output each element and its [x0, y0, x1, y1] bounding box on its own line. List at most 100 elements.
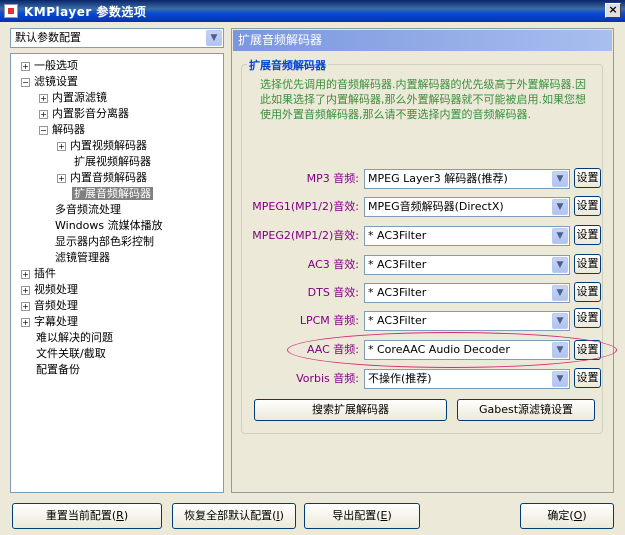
access-key: R	[116, 509, 124, 522]
tree-item-backup[interactable]: 配置备份	[36, 362, 80, 378]
vorbis-decoder-select[interactable]: 不操作(推荐) ▼	[364, 369, 570, 389]
select-value: * CoreAAC Audio Decoder	[368, 343, 510, 356]
tree-item-external-audio-decoder[interactable]: 扩展音频解码器	[72, 186, 153, 202]
aac-decoder-select[interactable]: * CoreAAC Audio Decoder ▼	[364, 340, 570, 360]
search-decoders-button[interactable]: 搜索扩展解码器	[254, 399, 447, 421]
mpeg1-label: MPEG1(MP1/2)音效:	[252, 200, 359, 213]
group-title: 扩展音频解码器	[247, 57, 328, 73]
chevron-down-icon[interactable]: ▼	[552, 342, 568, 358]
tree-item-file-association[interactable]: 文件关联/截取	[36, 346, 106, 362]
tree-item-display-color[interactable]: 显示器内部色彩控制	[55, 234, 154, 250]
chevron-down-icon[interactable]: ▼	[552, 313, 568, 329]
tree-item-label: 一般选项	[34, 59, 78, 72]
tree-item-label: 难以解决的问题	[36, 331, 113, 344]
expand-icon[interactable]: +	[21, 61, 30, 71]
expand-icon[interactable]: +	[21, 301, 30, 311]
reset-config-button[interactable]: 重置当前配置(R)	[12, 503, 162, 529]
tree-item-filter-manager[interactable]: 滤镜管理器	[55, 250, 110, 266]
profile-select[interactable]: 默认参数配置 ▼	[10, 28, 224, 48]
tree-item-audio[interactable]: + 音频处理	[21, 298, 78, 314]
tree-item-builtin-audio-decoder[interactable]: + 内置音频解码器	[57, 170, 147, 186]
tree-item-subtitles[interactable]: + 字幕处理	[21, 314, 78, 330]
mpeg2-label: MPEG2(MP1/2)音效:	[252, 229, 359, 242]
tree-item-decoders[interactable]: − 解码器	[39, 122, 85, 138]
chevron-down-icon[interactable]: ▼	[552, 171, 568, 187]
window-title: KMPlayer 参数选项	[24, 4, 147, 19]
collapse-icon[interactable]: −	[39, 125, 48, 135]
expand-icon[interactable]: +	[39, 93, 48, 103]
expand-icon[interactable]: +	[21, 285, 30, 295]
button-label-end: )	[279, 509, 284, 522]
dts-settings-button[interactable]: 设置	[574, 282, 601, 302]
tree-item-builtin-video-decoder[interactable]: + 内置视频解码器	[57, 138, 147, 154]
collapse-icon[interactable]: −	[21, 77, 30, 87]
tree-item-label: 插件	[34, 267, 56, 280]
vorbis-settings-button[interactable]: 设置	[574, 368, 601, 388]
tree-item-label: 滤镜管理器	[55, 251, 110, 264]
tree-item-builtin-source[interactable]: + 内置源滤镜	[39, 90, 107, 106]
lpcm-label: LPCM 音频:	[299, 314, 359, 327]
ac3-settings-button[interactable]: 设置	[574, 254, 601, 274]
mpeg1-settings-button[interactable]: 设置	[574, 196, 601, 216]
select-value: * AC3Filter	[368, 314, 427, 327]
tree-item-label: 音频处理	[34, 299, 78, 312]
panel-header: 扩展音频解码器	[233, 30, 612, 51]
tree-item-general[interactable]: + 一般选项	[21, 58, 78, 74]
chevron-down-icon[interactable]: ▼	[552, 199, 568, 215]
tree-item-label: 显示器内部色彩控制	[55, 235, 154, 248]
ac3-decoder-select[interactable]: * AC3Filter ▼	[364, 255, 570, 275]
mp3-settings-button[interactable]: 设置	[574, 168, 601, 188]
tree-item-plugins[interactable]: + 插件	[21, 266, 56, 282]
expand-icon[interactable]: +	[21, 317, 30, 327]
tree-item-video[interactable]: + 视频处理	[21, 282, 78, 298]
tree-item-label: 内置影音分离器	[52, 107, 129, 120]
tree-item-label: 扩展视频解码器	[74, 155, 151, 168]
mpeg2-decoder-select[interactable]: * AC3Filter ▼	[364, 226, 570, 246]
dts-decoder-select[interactable]: * AC3Filter ▼	[364, 283, 570, 303]
expand-icon[interactable]: +	[39, 109, 48, 119]
mpeg2-settings-button[interactable]: 设置	[574, 225, 601, 245]
chevron-down-icon[interactable]: ▼	[206, 30, 222, 46]
select-value: MPEG音频解码器(DirectX)	[368, 200, 504, 213]
dts-label: DTS 音效:	[307, 286, 359, 299]
tree-item-label: 滤镜设置	[34, 75, 78, 88]
tree-item-label: Windows 流媒体播放	[55, 219, 163, 232]
close-button[interactable]: ×	[605, 3, 621, 18]
tree-item-windows-streaming[interactable]: Windows 流媒体播放	[55, 218, 163, 234]
chevron-down-icon[interactable]: ▼	[552, 371, 568, 387]
tree-item-label: 文件关联/截取	[36, 347, 106, 360]
tree-item-label: 内置音频解码器	[70, 171, 147, 184]
tree-item-label: 内置源滤镜	[52, 91, 107, 104]
select-value: MPEG Layer3 解码器(推荐)	[368, 172, 508, 185]
expand-icon[interactable]: +	[57, 173, 66, 183]
lpcm-decoder-select[interactable]: * AC3Filter ▼	[364, 311, 570, 331]
restore-defaults-button[interactable]: 恢复全部默认配置(I)	[172, 503, 296, 529]
select-value: * AC3Filter	[368, 258, 427, 271]
expand-icon[interactable]: +	[57, 141, 66, 151]
tree-item-filters[interactable]: − 滤镜设置	[21, 74, 78, 90]
tree-item-label: 配置备份	[36, 363, 80, 376]
expand-icon[interactable]: +	[21, 269, 30, 279]
button-label: 恢复全部默认配置(	[184, 509, 277, 522]
tree-item-multi-audio[interactable]: 多音频流处理	[55, 202, 121, 218]
chevron-down-icon[interactable]: ▼	[552, 285, 568, 301]
tree-item-label: 多音频流处理	[55, 203, 121, 216]
button-label-end: )	[123, 509, 129, 522]
mpeg1-decoder-select[interactable]: MPEG音频解码器(DirectX) ▼	[364, 197, 570, 217]
tree-item-troubleshooting[interactable]: 难以解决的问题	[36, 330, 113, 346]
chevron-down-icon[interactable]: ▼	[552, 228, 568, 244]
aac-settings-button[interactable]: 设置	[574, 340, 601, 360]
tree-item-label: 内置视频解码器	[70, 139, 147, 152]
tree-item-builtin-splitter[interactable]: + 内置影音分离器	[39, 106, 129, 122]
settings-tree[interactable]: + 一般选项 − 滤镜设置 + 内置源滤镜 + 内置影音分离器 − 解码器 + 内置视频解码…	[10, 53, 224, 493]
tree-item-external-video-decoder[interactable]: 扩展视频解码器	[74, 154, 151, 170]
mp3-decoder-select[interactable]: MPEG Layer3 解码器(推荐) ▼	[364, 169, 570, 189]
tree-item-label: 视频处理	[34, 283, 78, 296]
gabest-settings-button[interactable]: Gabest源滤镜设置	[457, 399, 595, 421]
export-config-button[interactable]: 导出配置(E)	[304, 503, 420, 529]
select-value: * AC3Filter	[368, 229, 427, 242]
chevron-down-icon[interactable]: ▼	[552, 257, 568, 273]
lpcm-settings-button[interactable]: 设置	[574, 308, 601, 328]
ok-button[interactable]: 确定(O)	[520, 503, 614, 529]
aac-label: AAC 音频:	[306, 343, 359, 356]
